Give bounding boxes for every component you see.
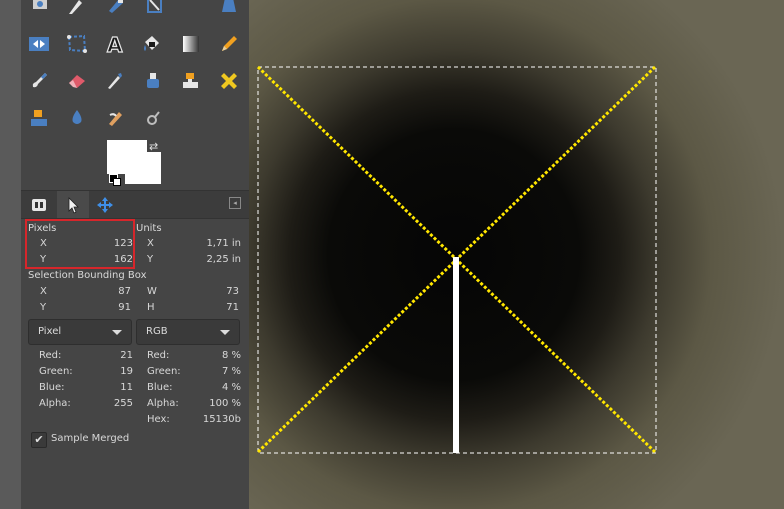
selection-x-value: 87 — [118, 286, 131, 297]
selection-y-label: Y — [40, 302, 47, 313]
pixel-blue-value: 11 — [120, 382, 133, 393]
rgb-alpha-value: 100 % — [209, 398, 241, 409]
checkmark-icon: ✔ — [34, 433, 44, 446]
selection-x-label: X — [40, 286, 47, 297]
airbrush-tool-icon[interactable] — [103, 69, 127, 93]
tab-tool-options[interactable] — [23, 191, 55, 218]
pointer-x-pixels: 123 — [113, 238, 133, 249]
rgb-mode-value: RGB — [146, 326, 168, 337]
units-header: Units — [136, 223, 162, 234]
foreground-select-tool-icon[interactable] — [28, 0, 52, 18]
dock-tab-bar: ◂ — [21, 190, 249, 219]
paintbrush-tool-icon[interactable] — [27, 69, 51, 93]
pixel-green-value: 19 — [120, 366, 133, 377]
measure-tool-icon[interactable] — [142, 0, 166, 18]
pixel-blue-label: Blue: — [39, 382, 65, 393]
clone-tool-icon[interactable] — [179, 69, 203, 93]
image-canvas[interactable] — [249, 0, 784, 509]
fg-bg-colors: ⇄ — [107, 140, 167, 188]
default-colors-icon[interactable] — [109, 174, 121, 186]
selection-h-label: H — [147, 302, 155, 313]
selection-w-label: W — [147, 286, 157, 297]
selection-w-value: 73 — [226, 286, 239, 297]
pointer-y-units: 2,25 in — [206, 254, 241, 265]
cage-transform-tool-icon[interactable] — [65, 32, 89, 56]
svg-text:A: A — [107, 33, 123, 55]
color-picker-tool-icon[interactable] — [104, 0, 128, 18]
rgb-hex-label: Hex: — [147, 414, 170, 425]
pixel-green-label: Green: — [39, 366, 73, 377]
eraser-tool-icon[interactable] — [65, 69, 89, 93]
rgb-mode-select[interactable]: RGB — [136, 319, 240, 345]
rgb-alpha-label: Alpha: — [147, 398, 179, 409]
units-y-label: Y — [147, 254, 154, 265]
pixel-red-value: 21 — [120, 350, 133, 361]
chevron-down-icon — [112, 330, 122, 335]
tab-navigation[interactable] — [89, 191, 121, 218]
paths-pen-tool-icon[interactable] — [63, 0, 87, 18]
pointer-y-label: Y — [40, 254, 47, 265]
units-x-label: X — [147, 238, 154, 249]
sample-merged-checkbox[interactable]: ✔ — [31, 432, 47, 448]
tab-pointer[interactable] — [57, 191, 89, 218]
rgb-blue-value: 4 % — [221, 382, 241, 393]
selection-h-value: 71 — [226, 302, 239, 313]
rgb-green-value: 7 % — [221, 366, 241, 377]
pixel-mode-value: Pixel — [38, 326, 62, 337]
selection-box-header: Selection Bounding Box — [28, 270, 147, 281]
pixel-mode-select[interactable]: Pixel — [28, 319, 132, 345]
gradient-tool-icon[interactable] — [179, 32, 203, 56]
pixel-red-label: Red: — [39, 350, 62, 361]
pixels-header: Pixels — [28, 223, 57, 234]
left-dock-strip — [0, 0, 22, 509]
rgb-hex-value: 15130b — [202, 414, 241, 425]
rgb-red-value: 8 % — [221, 350, 241, 361]
pointer-x-units: 1,71 in — [206, 238, 241, 249]
rgb-red-label: Red: — [147, 350, 170, 361]
vertical-marker-line — [453, 257, 459, 453]
rgb-blue-label: Blue: — [147, 382, 173, 393]
pixel-alpha-value: 255 — [113, 398, 133, 409]
dodge-burn-tool-icon[interactable] — [141, 106, 165, 130]
rgb-green-label: Green: — [147, 366, 181, 377]
perspective-tool-icon[interactable] — [217, 0, 241, 18]
tool-options-icon — [32, 198, 46, 211]
pencil-tool-icon[interactable] — [217, 32, 241, 56]
pointer-icon — [68, 196, 79, 214]
move-arrows-icon — [97, 196, 113, 213]
flip-tool-icon[interactable] — [27, 32, 51, 56]
toolbox-panel: A ⇄ ◂ Pixels Units X 123 X 1,71 in Y 162… — [21, 0, 249, 509]
pointer-x-label: X — [40, 238, 47, 249]
bucket-fill-tool-icon[interactable] — [140, 32, 164, 56]
blur-tool-icon[interactable] — [65, 106, 89, 130]
text-tool-icon[interactable]: A — [104, 32, 128, 56]
eye-pupil-image — [249, 0, 784, 509]
pointer-y-pixels: 162 — [113, 254, 133, 265]
sample-merged-label: Sample Merged — [51, 433, 130, 444]
selection-y-value: 91 — [118, 302, 131, 313]
pixel-alpha-label: Alpha: — [39, 398, 71, 409]
perspective-clone-tool-icon[interactable] — [27, 106, 51, 130]
tab-menu-icon[interactable]: ◂ — [229, 197, 241, 209]
smudge-tool-icon[interactable] — [103, 106, 127, 130]
foreground-color-swatch[interactable] — [107, 140, 147, 174]
heal-tool-icon[interactable] — [217, 69, 241, 93]
canvas-image — [249, 0, 784, 509]
ink-tool-icon[interactable] — [141, 69, 165, 93]
swap-colors-icon[interactable]: ⇄ — [149, 140, 158, 153]
chevron-down-icon — [220, 330, 230, 335]
